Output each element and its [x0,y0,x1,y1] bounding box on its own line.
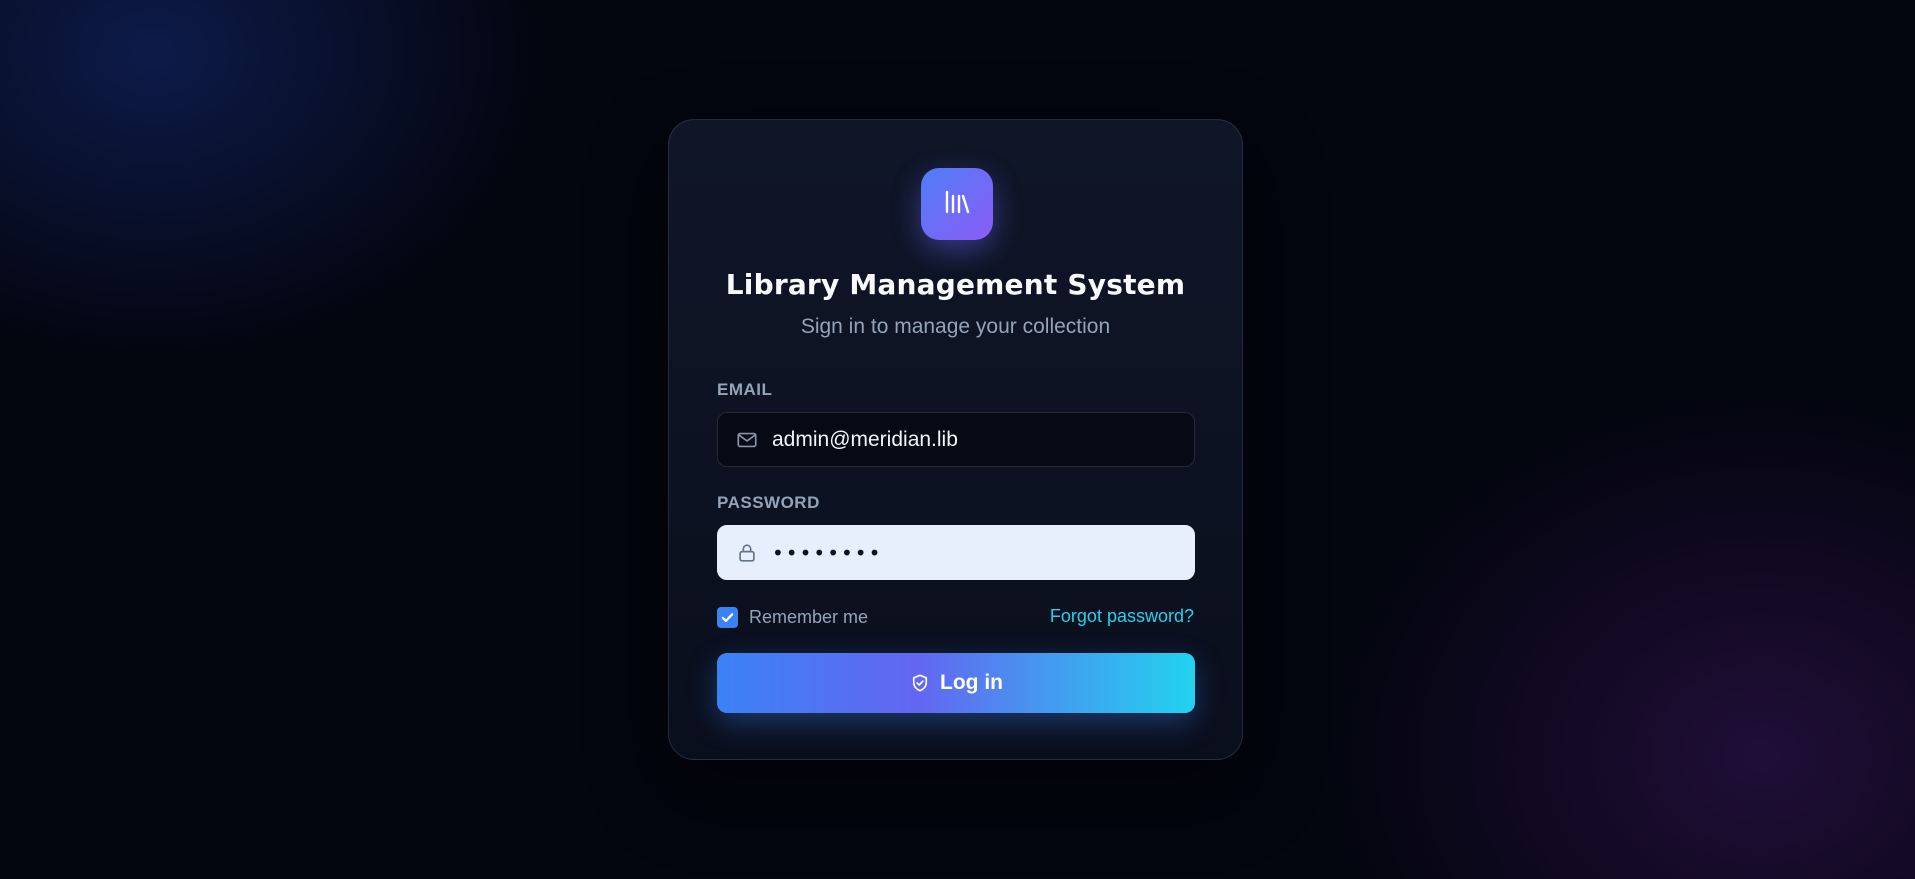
remember-me-checkbox[interactable] [717,606,738,628]
email-input[interactable] [760,413,1194,466]
lock-icon [734,540,760,566]
checkmark-icon [721,612,734,622]
login-card: Library Management System Sign in to man… [668,119,1243,760]
page-subtitle: Sign in to manage your collection [800,315,1111,338]
password-label: PASSWORD [717,493,820,512]
remember-me-control[interactable]: Remember me [717,606,868,628]
password-input[interactable] [760,526,1194,579]
page-title: Library Management System [725,268,1186,301]
email-field-wrapper [717,412,1195,467]
app-logo [921,168,993,240]
library-books-icon [942,187,972,222]
login-button[interactable]: Log in [717,653,1195,713]
login-button-label: Log in [940,671,1003,694]
password-field-wrapper [717,525,1195,580]
forgot-password-link[interactable]: Forgot password? [1050,606,1194,627]
shield-check-icon [909,672,931,694]
mail-icon [734,427,760,453]
email-label: EMAIL [717,380,773,399]
remember-me-label[interactable]: Remember me [749,607,868,628]
